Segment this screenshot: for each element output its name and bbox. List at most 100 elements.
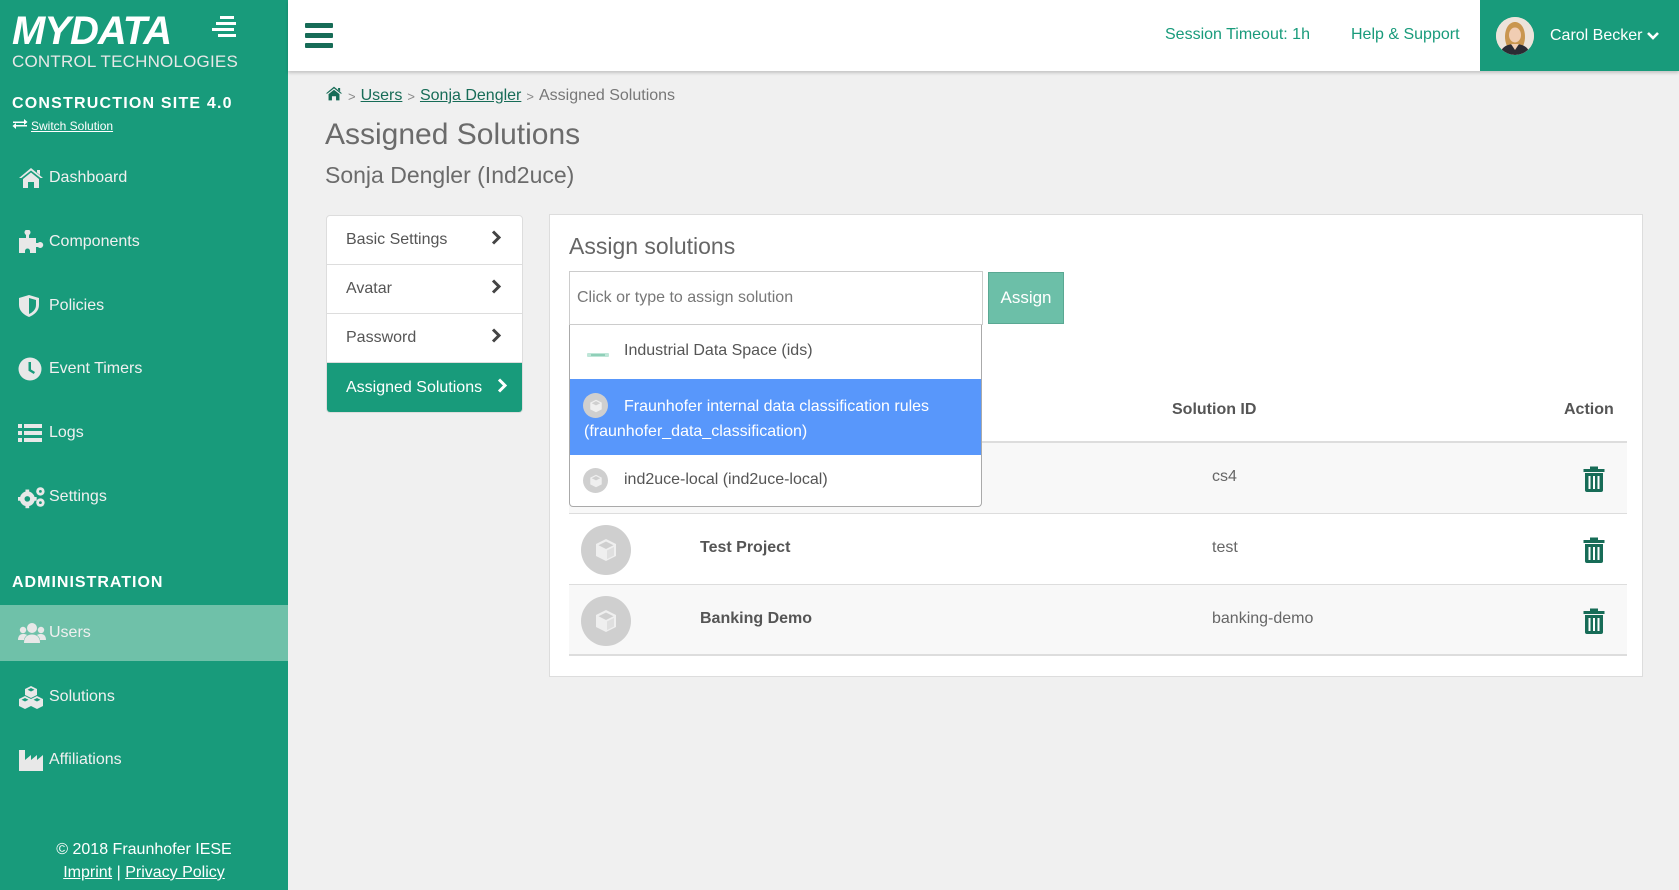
assign-button[interactable]: Assign (988, 272, 1064, 324)
industry-icon (18, 748, 46, 772)
delete-button[interactable] (1583, 466, 1605, 492)
gears-icon (18, 485, 46, 509)
home-icon[interactable] (325, 86, 343, 106)
footer-separator: | (116, 864, 121, 881)
exchange-icon (12, 118, 28, 133)
user-name: Carol Becker (1550, 26, 1643, 44)
chevron-down-icon (1647, 27, 1660, 45)
sidebar-item-affiliations[interactable]: Affiliations (0, 732, 288, 788)
sidebar-item-label: Event Timers (49, 360, 143, 377)
trash-icon (1583, 466, 1605, 492)
privacy-policy-link[interactable]: Privacy Policy (125, 864, 225, 881)
sidebar-item-label: Dashboard (49, 169, 128, 186)
solution-name: Test Project (700, 539, 791, 556)
breadcrumb-users-link[interactable]: Users (361, 87, 403, 105)
logo-sub-text: CONTROL TECHNOLOGIES (12, 52, 238, 71)
tab-label: Basic Settings (346, 231, 448, 248)
sidebar-item-solutions[interactable]: Solutions (0, 669, 288, 725)
page-subtitle: Sonja Dengler (Ind2uce) (325, 162, 575, 188)
puzzle-icon (18, 230, 46, 254)
cube-icon (581, 525, 631, 575)
trash-icon (1583, 537, 1605, 563)
dropdown-option-label: Industrial Data Space (ids) (624, 342, 813, 359)
sidebar-item-policies[interactable]: Policies (0, 278, 288, 334)
cube-icon (583, 468, 608, 493)
current-solution-name: CONSTRUCTION SITE 4.0 (12, 95, 233, 112)
users-icon (18, 621, 46, 645)
assign-solution-input[interactable] (569, 271, 983, 325)
user-settings-nav: Basic Settings Avatar Password Assigned … (326, 215, 523, 413)
breadcrumb-user-link[interactable]: Sonja Dengler (420, 87, 521, 105)
logo-main-text: MYDATA (12, 9, 172, 53)
ids-logo-icon (587, 346, 609, 357)
sidebar-item-event-timers[interactable]: Event Timers (0, 341, 288, 397)
solution-name: Banking Demo (700, 610, 813, 627)
solution-id: test (1212, 539, 1238, 556)
solution-id: cs4 (1212, 468, 1237, 485)
sidebar-item-dashboard[interactable]: Dashboard (0, 150, 288, 206)
delete-button[interactable] (1583, 608, 1605, 634)
sidebar-item-label: Components (49, 233, 140, 250)
chevron-right-icon (497, 377, 508, 398)
table-row: Banking Demo banking-demo (569, 585, 1627, 656)
dropdown-option-label: Fraunhofer internal data classification … (584, 398, 930, 440)
tab-label: Avatar (346, 280, 392, 297)
column-header-solution-id: Solution ID (1172, 401, 1257, 418)
home-icon (18, 166, 46, 190)
column-header-action: Action (1564, 401, 1614, 418)
tab-password[interactable]: Password (327, 314, 522, 363)
sidebar-item-label: Solutions (49, 688, 115, 705)
sidebar-item-users[interactable]: Users (0, 605, 288, 661)
dropdown-option-label: ind2uce-local (ind2uce-local) (624, 471, 828, 488)
sidebar-item-components[interactable]: Components (0, 214, 288, 270)
sidebar: MYDATA CONTROL TECHNOLOGIES CONSTRUCTION… (0, 0, 288, 890)
sidebar-item-label: Settings (49, 488, 107, 505)
tab-avatar[interactable]: Avatar (327, 265, 522, 314)
list-icon (18, 421, 46, 445)
chevron-right-icon (491, 230, 502, 250)
tab-basic-settings[interactable]: Basic Settings (327, 216, 522, 265)
session-timeout: Session Timeout: 1h (1165, 26, 1310, 43)
tab-label: Password (346, 329, 417, 346)
imprint-link[interactable]: Imprint (63, 864, 112, 881)
sidebar-item-label: Affiliations (49, 751, 122, 768)
sidebar-item-label: Policies (49, 297, 105, 314)
dropdown-option[interactable]: Industrial Data Space (ids) (570, 325, 981, 379)
solution-dropdown: Industrial Data Space (ids) Fraunhofer i… (569, 325, 982, 507)
avatar (1496, 16, 1534, 55)
sidebar-item-logs[interactable]: Logs (0, 405, 288, 461)
user-menu-button[interactable]: Carol Becker (1480, 0, 1679, 71)
administration-heading: ADMINISTRATION (12, 574, 164, 591)
panel-title: Assign solutions (569, 233, 736, 259)
breadcrumb-separator: > (407, 88, 415, 104)
breadcrumb: > Users > Sonja Dengler > Assigned Solut… (325, 86, 675, 106)
chevron-right-icon (491, 279, 502, 299)
breadcrumb-separator: > (348, 88, 356, 104)
table-row: Test Project test (569, 514, 1627, 585)
switch-solution-link[interactable]: Switch Solution (12, 118, 113, 133)
help-support-link[interactable]: Help & Support (1351, 26, 1460, 44)
top-header: Session Timeout: 1h Help & Support Carol… (288, 0, 1679, 71)
menu-toggle-button[interactable] (305, 23, 333, 48)
mydata-logo[interactable]: MYDATA CONTROL TECHNOLOGIES (12, 9, 242, 71)
trash-icon (1583, 608, 1605, 634)
dropdown-option-highlighted[interactable]: Fraunhofer internal data classification … (570, 379, 981, 455)
page-title: Assigned Solutions (325, 118, 581, 151)
logo-speed-lines (210, 16, 240, 46)
clock-icon (18, 357, 46, 381)
cube-icon (581, 596, 631, 646)
tab-label: Assigned Solutions (346, 378, 483, 396)
solution-id: banking-demo (1212, 610, 1314, 627)
delete-button[interactable] (1583, 537, 1605, 563)
dropdown-option[interactable]: ind2uce-local (ind2uce-local) (570, 455, 981, 506)
sidebar-item-label: Logs (49, 424, 84, 441)
copyright-text: © 2018 Fraunhofer IESE (56, 841, 232, 858)
sidebar-item-settings[interactable]: Settings (0, 469, 288, 525)
switch-solution-label[interactable]: Switch Solution (31, 119, 113, 133)
sidebar-item-label: Users (49, 624, 91, 641)
breadcrumb-current: Assigned Solutions (538, 87, 676, 104)
chevron-right-icon (491, 328, 502, 348)
breadcrumb-separator: > (526, 88, 534, 104)
tab-assigned-solutions[interactable]: Assigned Solutions (327, 363, 522, 412)
sidebar-footer: © 2018 Fraunhofer IESE Imprint | Privacy… (0, 838, 288, 884)
